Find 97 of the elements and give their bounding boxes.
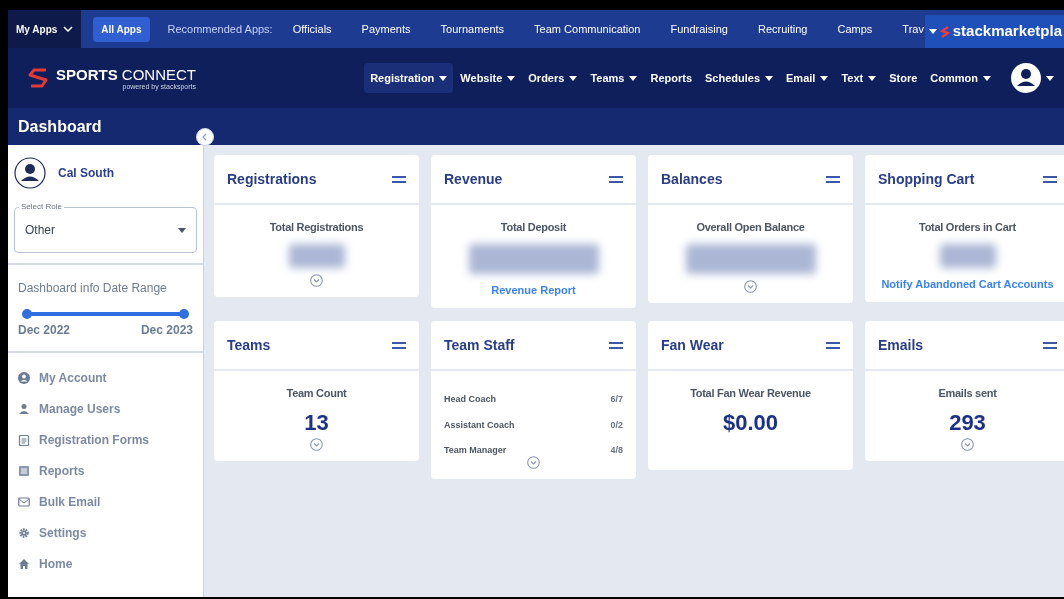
expand-icon[interactable] — [527, 455, 540, 469]
nav-menu-item[interactable]: Schedules — [699, 62, 780, 94]
account-icon — [18, 371, 30, 384]
stat-label: Emails sent — [938, 386, 997, 401]
list-icon — [18, 464, 30, 477]
user-icon — [18, 402, 30, 415]
nav-menu-item[interactable]: Store — [883, 62, 924, 94]
stat-label: Overall Open Balance — [696, 220, 805, 235]
card-title: Teams — [227, 335, 271, 355]
marketplace-banner[interactable]: stackmarketpla — [924, 15, 1064, 48]
date-range-slider[interactable] — [22, 309, 189, 319]
slider-thumb[interactable] — [22, 309, 32, 319]
home-icon — [18, 557, 30, 570]
app-link[interactable]: Payments — [361, 20, 411, 38]
caret-icon — [178, 227, 186, 233]
logo-text[interactable]: SPORTS CONNECT — [56, 66, 197, 82]
logo-text: stackmarketpla — [952, 21, 1062, 42]
logo-icon — [939, 24, 950, 39]
clipboard-icon — [18, 433, 30, 446]
staff-role: Assistant Coach — [444, 418, 515, 432]
page-title: Dashboard — [18, 116, 102, 137]
expand-icon[interactable] — [310, 437, 323, 451]
nav-menu-item[interactable]: Orders — [522, 62, 584, 94]
app-link[interactable]: Team Communication — [534, 20, 641, 38]
expand-icon[interactable] — [961, 437, 974, 451]
sidebar-menu-item[interactable]: Registration Forms — [18, 429, 203, 450]
app-link[interactable]: Fundraising — [670, 20, 728, 38]
chevron-left-icon — [201, 133, 209, 141]
app-link[interactable]: Camps — [837, 20, 873, 38]
staff-role: Team Manager — [444, 444, 507, 457]
settings-icon — [18, 526, 30, 539]
nav-menu-item[interactable]: Text — [835, 62, 883, 94]
user-name: Cal South — [58, 165, 114, 182]
range-start-label: Dec 2022 — [18, 322, 71, 339]
account-menu-button[interactable] — [1011, 63, 1054, 93]
stat-label: Total Orders in Cart — [919, 220, 1016, 235]
chevron-down-icon — [63, 26, 74, 32]
app-link[interactable]: Officials — [292, 20, 332, 38]
recommended-apps-label: Recommended Apps: — [167, 21, 273, 37]
card-title: Shopping Cart — [878, 169, 975, 189]
stat-label: Team Count — [286, 386, 347, 401]
slider-thumb[interactable] — [179, 309, 189, 319]
stat-value: 293 — [949, 411, 986, 434]
report-link[interactable]: Notify Abandoned Cart Accounts — [881, 275, 1054, 292]
nav-menu-item[interactable]: Registration — [364, 62, 454, 94]
app-tab[interactable]: All Apps — [93, 16, 150, 42]
nav-menu-item[interactable]: Teams — [584, 62, 644, 94]
sidebar-menu-item[interactable]: Home — [18, 553, 203, 574]
card-title: Team Staff — [444, 335, 515, 355]
staff-role: Head Coach — [444, 393, 496, 406]
stat-label: Total Fan Wear Revenue — [690, 386, 811, 401]
nav-menu-item[interactable]: Common — [924, 62, 997, 94]
avatar-icon — [14, 157, 46, 189]
range-end-label: Dec 2023 — [140, 322, 193, 339]
stat-label: Total Deposit — [500, 220, 567, 235]
staff-count: 6/7 — [610, 393, 623, 406]
app-link[interactable]: Trav — [902, 20, 924, 38]
menu-icon[interactable] — [392, 175, 406, 183]
nav-menu-item[interactable]: Website — [454, 62, 522, 94]
expand-icon[interactable] — [310, 273, 323, 287]
sidebar-menu-item[interactable]: Settings — [18, 522, 203, 543]
nav-menu-item[interactable]: Reports — [644, 62, 698, 94]
staff-count: 4/8 — [610, 444, 623, 457]
sidebar-menu-item[interactable]: Manage Users — [18, 398, 203, 419]
app-link[interactable]: Tournaments — [440, 20, 505, 38]
menu-icon[interactable] — [392, 341, 406, 349]
card-title: Fan Wear — [661, 335, 724, 355]
menu-icon[interactable] — [609, 175, 623, 183]
sidebar-menu-item[interactable]: Bulk Email — [18, 491, 203, 512]
avatar-icon — [1011, 63, 1041, 93]
mail-icon — [18, 495, 30, 508]
menu-icon[interactable] — [1043, 175, 1057, 183]
stat-value: $0.00 — [722, 411, 779, 434]
sidebar-menu-item[interactable]: Reports — [18, 460, 203, 481]
my-apps-dropdown[interactable]: My Apps — [8, 10, 82, 48]
caret-icon — [1046, 75, 1054, 81]
menu-icon[interactable] — [826, 341, 840, 349]
menu-icon[interactable] — [1043, 341, 1057, 349]
blurred-value — [288, 243, 345, 268]
menu-icon[interactable] — [609, 341, 623, 349]
report-link[interactable]: Revenue Report — [491, 281, 576, 298]
collapse-sidebar-button[interactable] — [196, 128, 214, 146]
blurred-value — [939, 243, 996, 268]
sidebar-menu-item[interactable]: My Account — [18, 367, 203, 388]
caret-icon — [928, 29, 937, 34]
nav-menu-item[interactable]: Email — [780, 62, 835, 94]
stat-label: Total Registrations — [269, 220, 364, 235]
staff-count: 0/2 — [610, 418, 623, 432]
app-link[interactable]: Recruiting — [757, 20, 808, 38]
date-range-label: Dashboard info Date Range — [18, 280, 168, 297]
card-title: Revenue — [444, 169, 503, 189]
card-title: Balances — [661, 169, 723, 189]
card-title: Emails — [878, 335, 924, 355]
stat-value: 13 — [304, 411, 329, 434]
card-title: Registrations — [227, 169, 317, 189]
menu-icon[interactable] — [826, 175, 840, 183]
expand-icon[interactable] — [744, 279, 757, 293]
